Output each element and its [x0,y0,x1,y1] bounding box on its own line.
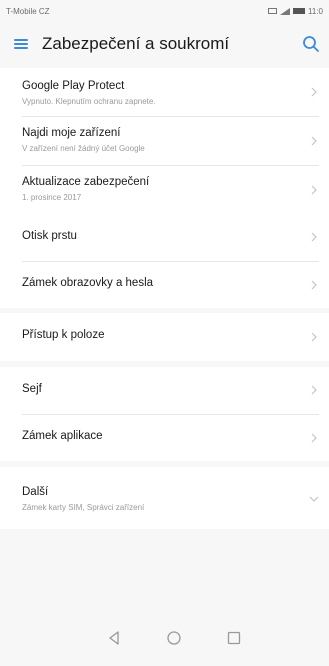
chevron-right-icon [311,136,317,146]
clock: 11:0 [308,6,323,16]
signal-icon [280,7,291,15]
item-label: Aktualizace zabezpečení [22,176,150,188]
security-update-item[interactable]: Aktualizace zabezpečení 1. prosince 2017 [0,166,329,214]
menu-icon[interactable] [14,39,28,49]
app-bar: Zabezpečení a soukromí [0,22,329,66]
safe-item[interactable]: Sejf [0,367,329,414]
screen-lock-item[interactable]: Zámek obrazovky a hesla [0,262,329,308]
item-label: Zámek aplikace [22,430,103,442]
sim-icon [268,8,278,14]
chevron-down-icon [309,496,319,502]
battery-icon [293,8,306,14]
item-label: Otisk prstu [22,230,77,242]
lock-section: Otisk prstu Zámek obrazovky a hesla [0,214,329,308]
item-label: Zámek obrazovky a hesla [22,277,154,289]
google-play-protect-item[interactable]: Google Play Protect Vypnuto. Klepnutím o… [0,68,329,116]
back-icon[interactable] [106,630,122,646]
vault-section: Sejf Zámek aplikace [0,367,329,461]
item-label: Google Play Protect [22,80,125,92]
item-subtitle: V zařízení není žádný účet Google [22,144,145,153]
search-icon[interactable] [302,35,320,53]
more-item[interactable]: Další Zámek karty SIM, Správci zařízení [0,467,329,529]
chevron-right-icon [311,87,317,97]
chevron-right-icon [311,185,317,195]
item-label: Přístup k poloze [22,329,105,341]
home-icon[interactable] [166,630,182,646]
chevron-right-icon [311,433,317,443]
security-section: Google Play Protect Vypnuto. Klepnutím o… [0,68,329,214]
more-section: Další Zámek karty SIM, Správci zařízení [0,467,329,529]
item-label: Další [22,486,49,498]
fingerprint-item[interactable]: Otisk prstu [0,214,329,261]
chevron-right-icon [311,385,317,395]
app-lock-item[interactable]: Zámek aplikace [0,415,329,461]
status-bar: T-Mobile CZ 11:0 [0,0,329,22]
item-label: Najdi moje zařízení [22,127,121,139]
location-section: Přístup k poloze [0,313,329,361]
carrier-label: T-Mobile CZ [6,6,50,16]
page-title: Zabezpečení a soukromí [42,34,230,53]
location-access-item[interactable]: Přístup k poloze [0,313,329,361]
item-subtitle: 1. prosince 2017 [22,193,82,202]
navigation-bar [0,616,329,666]
item-subtitle: Vypnuto. Klepnutím ochranu zapnete. [22,97,156,106]
item-label: Sejf [22,383,42,395]
chevron-right-icon [311,332,317,342]
item-subtitle: Zámek karty SIM, Správci zařízení [22,503,145,512]
chevron-right-icon [311,280,317,290]
find-my-device-item[interactable]: Najdi moje zařízení V zařízení není žádn… [0,117,329,165]
chevron-right-icon [311,232,317,242]
recents-icon[interactable] [226,630,242,646]
status-icons: 11:0 [268,7,323,16]
